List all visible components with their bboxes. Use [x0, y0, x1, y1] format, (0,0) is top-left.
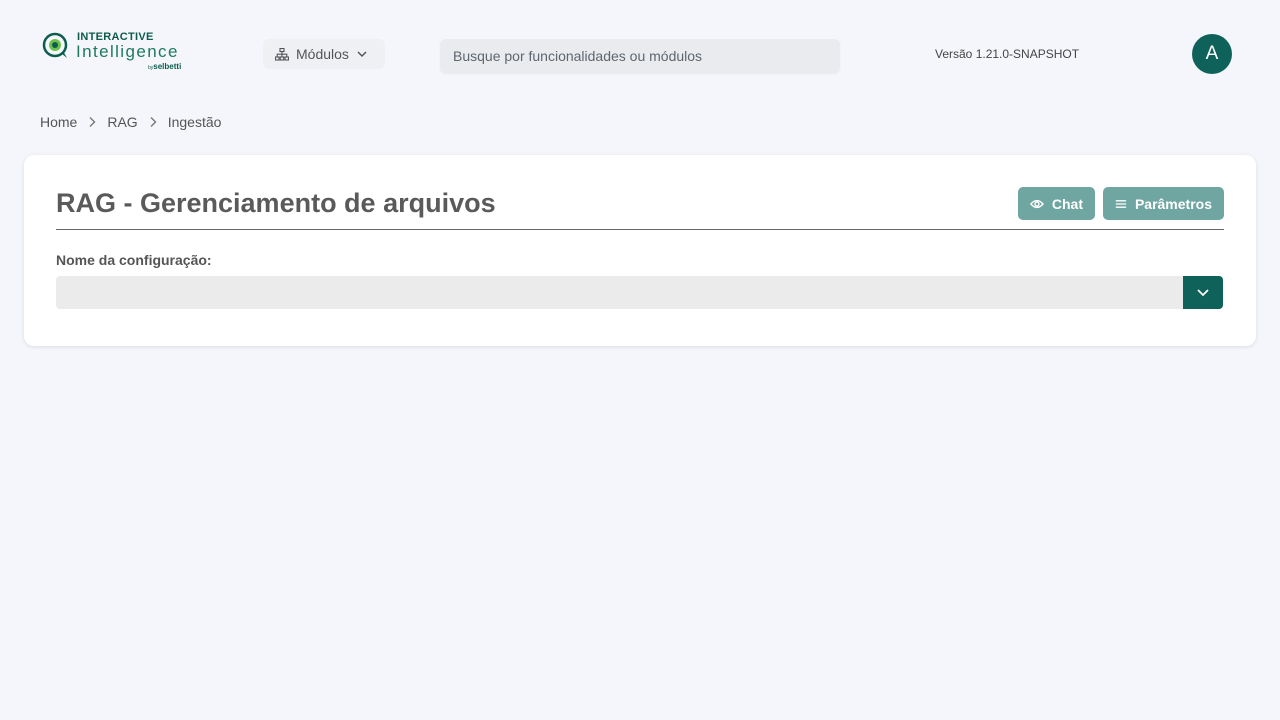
parameters-button[interactable]: Parâmetros — [1103, 187, 1224, 220]
title-divider — [56, 229, 1224, 230]
chevron-down-icon — [357, 51, 367, 58]
user-avatar[interactable]: A — [1192, 34, 1232, 74]
brand-line2: Intelligence — [76, 42, 179, 61]
brand-company-name: selbetti — [153, 62, 182, 71]
brand-company: byselbetti — [148, 62, 181, 71]
version-label: Versão 1.21.0-SNAPSHOT — [935, 47, 1080, 61]
chat-button[interactable]: Chat — [1018, 187, 1095, 220]
rag-card: RAG - Gerenciamento de arquivos Chat Par… — [24, 155, 1256, 346]
parameters-button-label: Parâmetros — [1134, 195, 1212, 212]
config-name-label: Nome da configuração: — [56, 252, 212, 268]
chevron-right-icon — [77, 116, 107, 128]
chevron-right-icon — [138, 116, 168, 128]
search-input[interactable] — [440, 39, 840, 73]
config-select-toggle[interactable] — [1183, 276, 1223, 309]
top-bar: INTERACTIVE Intelligence byselbetti Módu… — [0, 0, 1280, 108]
breadcrumb-current: Ingestão — [167, 114, 222, 130]
brand-logo-icon — [42, 32, 68, 58]
modules-label: Módulos — [296, 46, 349, 62]
modules-menu-button[interactable]: Módulos — [263, 39, 385, 69]
page-title: RAG - Gerenciamento de arquivos — [56, 188, 496, 218]
chevron-down-icon — [1197, 289, 1209, 297]
config-name-select[interactable] — [56, 276, 1223, 309]
breadcrumb: Home RAG Ingestão — [40, 114, 221, 130]
chat-button-label: Chat — [1051, 195, 1083, 212]
eye-icon — [1030, 199, 1044, 208]
brand-logo[interactable]: INTERACTIVE Intelligence byselbetti — [42, 31, 192, 75]
menu-lines-icon — [1115, 199, 1127, 208]
breadcrumb-rag[interactable]: RAG — [107, 114, 137, 130]
breadcrumb-home[interactable]: Home — [40, 114, 77, 130]
sitemap-icon — [275, 47, 289, 61]
